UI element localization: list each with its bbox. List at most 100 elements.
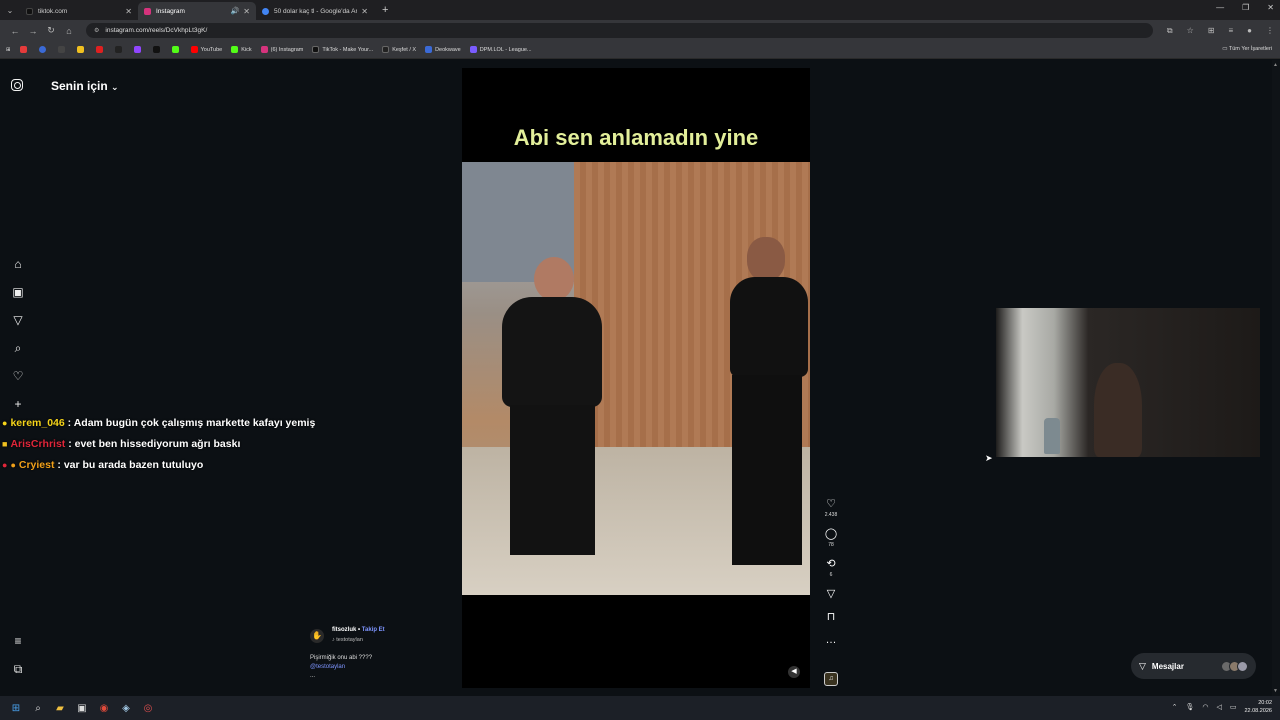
file-explorer-icon[interactable]: ▰ bbox=[52, 700, 68, 716]
minimize-icon[interactable]: — bbox=[1216, 3, 1224, 12]
bookmark-star-icon[interactable]: ☆ bbox=[1187, 26, 1194, 36]
clock-date: 22.08.2026 bbox=[1244, 708, 1272, 714]
new-tab-button[interactable]: + bbox=[382, 4, 388, 16]
save-button[interactable]: ⊓ bbox=[823, 611, 839, 624]
media-icon[interactable]: ≡ bbox=[1228, 26, 1233, 36]
wifi-icon[interactable]: ◠ bbox=[1202, 703, 1208, 711]
feed-selector[interactable]: Senin için ⌄ bbox=[51, 79, 119, 93]
battery-icon[interactable]: ▭ bbox=[1230, 703, 1237, 711]
tab-title: Instagram bbox=[156, 7, 185, 15]
bookmark-icon-3[interactable] bbox=[57, 46, 68, 53]
store-icon[interactable]: ▣ bbox=[74, 700, 90, 716]
more-text[interactable]: ... bbox=[310, 672, 372, 681]
close-window-icon[interactable]: ✕ bbox=[1267, 3, 1274, 12]
tab-tiktok[interactable]: tiktok.com ✕ bbox=[20, 2, 138, 20]
site-info-icon[interactable]: ⚙ bbox=[94, 27, 99, 34]
bookmark-instagram[interactable]: (6) Instagram bbox=[260, 46, 303, 53]
profile-icon[interactable]: ● bbox=[1247, 26, 1252, 36]
scroll-up-icon[interactable]: ▲ bbox=[1273, 62, 1278, 68]
maximize-icon[interactable]: ❐ bbox=[1242, 3, 1249, 12]
bookmark-kick[interactable]: Kick bbox=[231, 46, 252, 53]
mic-icon[interactable]: 🎙 bbox=[1185, 703, 1194, 711]
reels-nav-icon[interactable]: ▣ bbox=[11, 285, 25, 299]
google-favicon-icon bbox=[262, 7, 269, 15]
volume-icon[interactable]: ◁ bbox=[1216, 703, 1221, 711]
threads-icon[interactable]: ⧉ bbox=[11, 662, 25, 676]
bookmark-deokwave[interactable]: Deokwave bbox=[425, 46, 461, 53]
mute-icon[interactable]: ◀ bbox=[788, 666, 800, 678]
search-nav-icon[interactable]: ⌕ bbox=[11, 341, 25, 355]
bookmark-icon-1[interactable] bbox=[19, 46, 30, 53]
address-bar: ← → ↻ ⌂ ⚙ instagram.com/reels/DcVkhpLt3g… bbox=[0, 20, 1280, 41]
tab-close-icon[interactable]: ✕ bbox=[361, 7, 368, 16]
like-button[interactable]: ♡ 2.438 bbox=[823, 498, 839, 518]
install-app-icon[interactable]: ⧉ bbox=[1167, 26, 1173, 36]
author-avatar[interactable]: ✋ bbox=[310, 629, 324, 643]
home-nav-icon[interactable]: ⌂ bbox=[11, 257, 25, 271]
bookmark-youtube[interactable]: YouTube bbox=[190, 46, 223, 53]
tab-instagram[interactable]: Instagram 🔊 ✕ bbox=[138, 2, 256, 20]
bookmark-icon-5[interactable] bbox=[95, 46, 106, 53]
audio-line[interactable]: ♪ testotaylan bbox=[332, 637, 363, 643]
start-icon[interactable]: ⊞ bbox=[8, 700, 24, 716]
bookmark-icon: ⊓ bbox=[826, 611, 836, 623]
tab-google[interactable]: 50 dolar kaç tl - Google'da Ara ✕ bbox=[256, 2, 374, 20]
chat-text: : Adam bugün çok çalışmış markette kafay… bbox=[67, 417, 316, 429]
follow-button[interactable]: Takip Et bbox=[362, 627, 385, 633]
bookmark-icon-8[interactable] bbox=[152, 46, 163, 53]
more-menu-icon[interactable]: ≡ bbox=[11, 634, 25, 648]
apps-icon[interactable]: ⊞ bbox=[6, 47, 11, 53]
bookmark-icon-6[interactable] bbox=[114, 46, 125, 53]
instagram-page: Senin için ⌄ ⌂ ▣ ▽ ⌕ ♡ + ≡ ⧉ ● kerem_046… bbox=[0, 60, 1280, 696]
url-field[interactable]: ⚙ instagram.com/reels/DcVkhpLt3gK/ bbox=[86, 23, 1153, 38]
all-bookmarks[interactable]: ▭ Tüm Yer İşaretleri bbox=[1222, 46, 1272, 52]
tab-search-icon[interactable]: ⌄ bbox=[0, 0, 20, 20]
more-button[interactable]: … bbox=[823, 634, 839, 647]
repost-icon: ⟲ bbox=[826, 558, 836, 570]
speaker-icon[interactable]: 🔊 bbox=[231, 7, 240, 15]
share-button[interactable]: ▽ bbox=[823, 588, 839, 601]
mention-link[interactable]: @testotaylan bbox=[310, 663, 372, 672]
bookmark-tiktok[interactable]: TikTok - Make Your... bbox=[312, 46, 373, 53]
more-icon: … bbox=[825, 634, 837, 646]
create-nav-icon[interactable]: + bbox=[11, 397, 25, 411]
search-icon[interactable]: ⌕ bbox=[30, 700, 46, 716]
bookmark-icon-7[interactable] bbox=[133, 46, 144, 53]
bookmark-x[interactable]: Keşfet / X bbox=[382, 46, 416, 53]
tab-close-icon[interactable]: ✕ bbox=[243, 7, 250, 16]
repost-button[interactable]: ⟲ 6 bbox=[823, 558, 839, 578]
audio-track-icon[interactable]: ♫ bbox=[824, 672, 838, 686]
tray-chevron-icon[interactable]: ⌃ bbox=[1172, 703, 1178, 711]
chrome-icon[interactable]: ◉ bbox=[96, 700, 112, 716]
chat-user: Cryiest bbox=[18, 459, 55, 471]
video-caption: Abi sen anlamadın yine bbox=[513, 125, 759, 150]
extensions-icon[interactable]: ⊞ bbox=[1208, 26, 1215, 36]
back-icon[interactable]: ← bbox=[6, 26, 24, 36]
clock[interactable]: 20:02 22.08.2026 bbox=[1244, 699, 1272, 715]
app-icon[interactable]: ◎ bbox=[140, 700, 156, 716]
comment-button[interactable]: ◯ 78 bbox=[823, 528, 839, 548]
tab-title: tiktok.com bbox=[38, 7, 68, 15]
send-nav-icon[interactable]: ▽ bbox=[11, 313, 25, 327]
video-person-right bbox=[712, 237, 810, 582]
bookmark-icon-9[interactable] bbox=[171, 46, 182, 53]
bookmark-label: YouTube bbox=[200, 46, 223, 53]
window-controls: — ❐ ✕ bbox=[1216, 3, 1274, 12]
steam-icon[interactable]: ◈ bbox=[118, 700, 134, 716]
tab-close-icon[interactable]: ✕ bbox=[125, 7, 132, 16]
chat-user: ArisCrhrist bbox=[10, 438, 66, 450]
bookmark-icon-2[interactable] bbox=[38, 46, 49, 53]
messages-button[interactable]: ▽ Mesajlar bbox=[1131, 653, 1256, 679]
instagram-logo-icon[interactable] bbox=[11, 79, 23, 91]
author-name[interactable]: fitsozluk bbox=[332, 627, 356, 633]
notifications-nav-icon[interactable]: ♡ bbox=[11, 369, 25, 383]
bookmark-dpm[interactable]: DPM.LOL - League... bbox=[469, 46, 532, 53]
reload-icon[interactable]: ↻ bbox=[42, 25, 60, 36]
scroll-down-icon[interactable]: ▼ bbox=[1273, 688, 1278, 694]
forward-icon[interactable]: → bbox=[24, 26, 42, 36]
page-scrollbar[interactable]: ▲ ▼ bbox=[1272, 60, 1280, 696]
reel-video[interactable]: Abi sen anlamadın yine ◀ bbox=[462, 68, 810, 688]
home-icon[interactable]: ⌂ bbox=[60, 26, 78, 36]
menu-icon[interactable]: ⋮ bbox=[1266, 26, 1274, 36]
bookmark-icon-4[interactable] bbox=[76, 46, 87, 53]
